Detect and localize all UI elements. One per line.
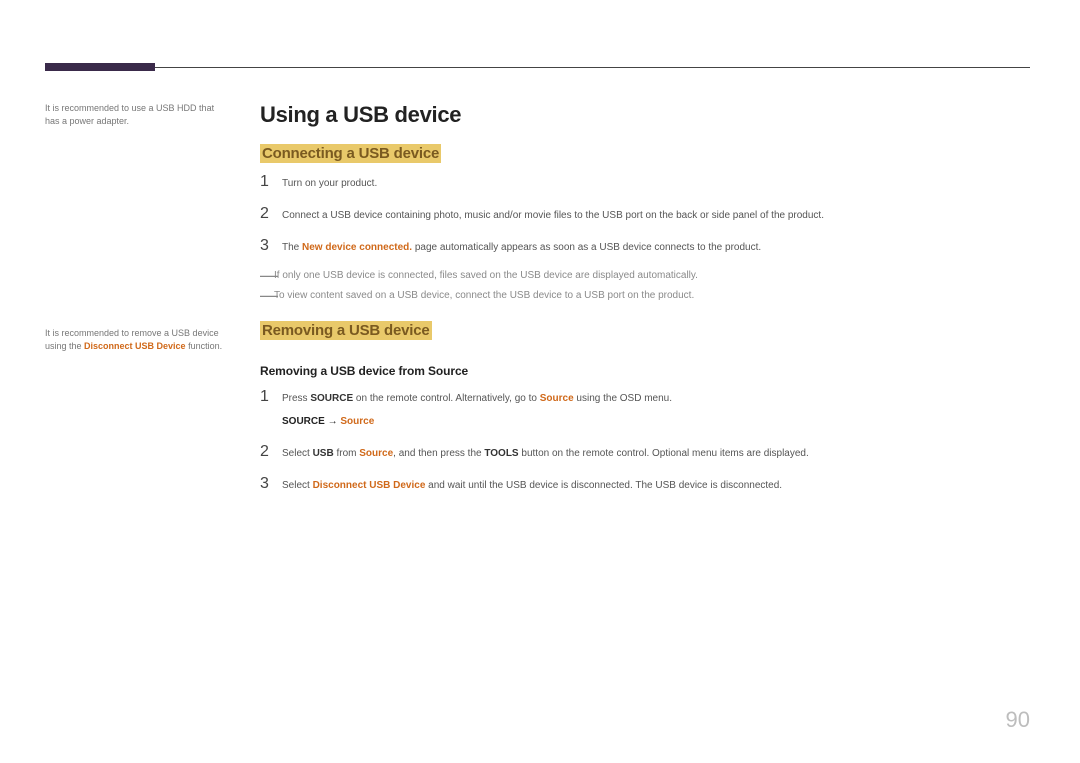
side-note-2: It is recommended to remove a USB device… xyxy=(45,327,230,352)
page-number: 90 xyxy=(1006,707,1030,733)
note-2: ―To view content saved on a USB device, … xyxy=(260,289,1030,303)
header-rule xyxy=(45,67,1030,68)
section-heading-connecting: Connecting a USB device xyxy=(260,144,441,163)
remove-step-3: 3 Select Disconnect USB Device and wait … xyxy=(260,475,1030,493)
subheading-removing-source: Removing a USB device from Source xyxy=(260,364,1030,378)
note-1: ―If only one USB device is connected, fi… xyxy=(260,269,1030,283)
step-2: 2 Connect a USB device containing photo,… xyxy=(260,205,1030,223)
remove-step-1: 1 Press SOURCE on the remote control. Al… xyxy=(260,388,1030,406)
main-content: Using a USB device Connecting a USB devi… xyxy=(260,102,1030,507)
document-page: It is recommended to use a USB HDD that … xyxy=(0,0,1080,547)
side-note-1: It is recommended to use a USB HDD that … xyxy=(45,102,230,127)
remove-step-2: 2 Select USB from Source, and then press… xyxy=(260,443,1030,461)
section-heading-removing: Removing a USB device xyxy=(260,321,432,340)
remove-steps: 1 Press SOURCE on the remote control. Al… xyxy=(260,388,1030,493)
sidebar: It is recommended to use a USB HDD that … xyxy=(45,102,230,507)
header-accent xyxy=(45,63,155,71)
connect-notes: ―If only one USB device is connected, fi… xyxy=(260,269,1030,303)
header-bar xyxy=(45,60,1030,74)
connect-steps: 1 Turn on your product. 2 Connect a USB … xyxy=(260,173,1030,255)
step-3: 3 The New device connected. page automat… xyxy=(260,237,1030,255)
page-title: Using a USB device xyxy=(260,102,1030,128)
step-1: 1 Turn on your product. xyxy=(260,173,1030,191)
nav-path: SOURCE → Source xyxy=(282,416,1030,427)
